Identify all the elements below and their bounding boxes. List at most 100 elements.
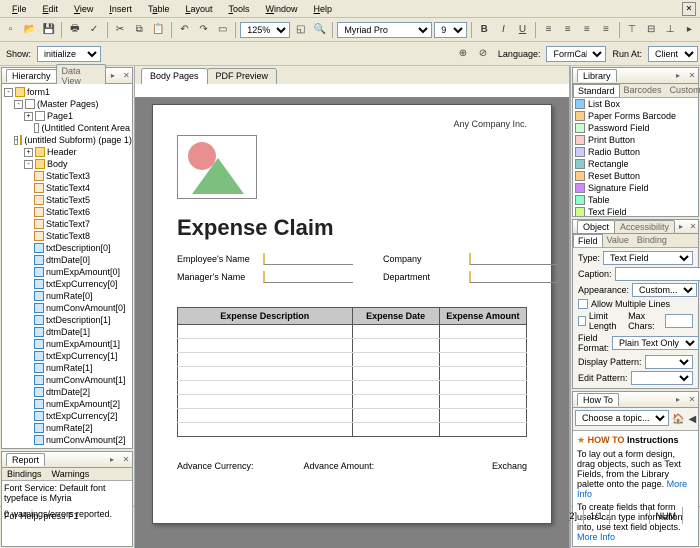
tab-pdfpreview[interactable]: PDF Preview — [207, 68, 278, 84]
script-add-icon[interactable]: ⊕ — [454, 45, 472, 63]
tree-node[interactable]: numRate[0] — [4, 290, 130, 302]
table-row[interactable] — [178, 395, 527, 409]
tree-node[interactable]: txtExpCurrency[1] — [4, 350, 130, 362]
undo-icon[interactable]: ↶ — [176, 21, 193, 39]
dept-field[interactable] — [469, 271, 559, 283]
table-row[interactable] — [178, 367, 527, 381]
fieldfmt-combo[interactable]: Plain Text Only — [612, 336, 699, 350]
bold-icon[interactable]: B — [476, 21, 493, 39]
limitlen-checkbox[interactable] — [578, 316, 586, 326]
panel-menu-icon[interactable]: ▸ — [676, 221, 686, 233]
tree-node[interactable]: numRate[1] — [4, 362, 130, 374]
panel-menu-icon[interactable]: ▸ — [106, 454, 118, 466]
tree-node[interactable]: StaticText7 — [4, 218, 130, 230]
italic-icon[interactable]: I — [495, 21, 512, 39]
valign-bot-icon[interactable]: ⊥ — [662, 21, 679, 39]
tree-node[interactable]: dtmDate[0] — [4, 254, 130, 266]
tree-node[interactable]: txtExpCurrency[0] — [4, 278, 130, 290]
tree-node[interactable]: -(untitled Subform) (page 1) — [4, 134, 130, 146]
paste-icon[interactable]: 📋 — [150, 21, 167, 39]
language-combo[interactable]: FormCalc — [546, 46, 606, 62]
tree-node[interactable]: StaticText8 — [4, 230, 130, 242]
form-page[interactable]: Any Company Inc. Expense Claim Employee'… — [152, 104, 552, 524]
zoomin-icon[interactable]: 🔍 — [311, 21, 328, 39]
tab-howto[interactable]: How To — [577, 393, 619, 406]
library-item[interactable]: Print Button — [573, 134, 698, 146]
runat-combo[interactable]: Client — [648, 46, 698, 62]
tree-node[interactable]: numConvAmount[0] — [4, 302, 130, 314]
caption-input[interactable] — [615, 267, 700, 281]
menu-help[interactable]: Help — [306, 2, 341, 16]
menu-table[interactable]: Table — [140, 2, 178, 16]
table-row[interactable] — [178, 381, 527, 395]
table-row[interactable] — [178, 353, 527, 367]
library-item[interactable]: Paper Forms Barcode — [573, 110, 698, 122]
menu-layout[interactable]: Layout — [177, 2, 220, 16]
table-row[interactable] — [178, 339, 527, 353]
panel-close-icon[interactable]: ✕ — [121, 70, 132, 82]
zoom-combo[interactable]: 125% — [240, 22, 290, 38]
tab-binding[interactable]: Binding — [633, 234, 671, 247]
panel-close-icon[interactable]: ✕ — [688, 221, 698, 233]
tree-node[interactable]: -form1 — [4, 86, 130, 98]
cut-icon[interactable]: ✂ — [112, 21, 129, 39]
panel-close-icon[interactable]: ✕ — [686, 70, 698, 82]
menu-tools[interactable]: Tools — [221, 2, 258, 16]
hierarchy-tree[interactable]: -form1-(Master Pages)+Page1(Untitled Con… — [2, 84, 132, 448]
panel-close-icon[interactable]: ✕ — [686, 394, 698, 406]
company-field[interactable] — [469, 253, 559, 265]
table-row[interactable] — [178, 423, 527, 437]
valign-mid-icon[interactable]: ⊟ — [643, 21, 660, 39]
tab-bindings[interactable]: Bindings — [2, 468, 47, 480]
menu-window[interactable]: Window — [258, 2, 306, 16]
redo-icon[interactable]: ↷ — [195, 21, 212, 39]
library-item[interactable]: Password Field — [573, 122, 698, 134]
panel-menu-icon[interactable]: ▸ — [107, 70, 118, 82]
save-icon[interactable]: 💾 — [40, 21, 57, 39]
more-link[interactable]: More Info — [577, 532, 615, 542]
library-item[interactable]: List Box — [573, 98, 698, 110]
align-center-icon[interactable]: ≡ — [559, 21, 576, 39]
tree-node[interactable]: -Body — [4, 158, 130, 170]
menu-edit[interactable]: Edit — [35, 2, 67, 16]
tree-node[interactable]: dtmDate[1] — [4, 326, 130, 338]
tree-node[interactable]: txtDescription[1] — [4, 314, 130, 326]
panel-menu-icon[interactable]: ▸ — [672, 70, 684, 82]
tree-node[interactable]: numConvAmount[2] — [4, 434, 130, 446]
close-icon[interactable]: ✕ — [682, 2, 696, 16]
table-row[interactable] — [178, 325, 527, 339]
font-combo[interactable]: Myriad Pro — [337, 22, 432, 38]
tab-object[interactable]: Object — [577, 220, 615, 233]
maxchars-input[interactable] — [665, 314, 693, 328]
appearance-combo[interactable]: Custom... — [632, 283, 697, 297]
tree-node[interactable]: numExpAmount[1] — [4, 338, 130, 350]
align-left-icon[interactable]: ≡ — [540, 21, 557, 39]
mgr-name-field[interactable] — [263, 271, 353, 283]
tab-custom[interactable]: Custom — [666, 84, 700, 97]
tab-library[interactable]: Library — [577, 69, 617, 82]
library-item[interactable]: Radio Button — [573, 146, 698, 158]
multiline-checkbox[interactable] — [578, 299, 588, 309]
canvas[interactable]: Any Company Inc. Expense Claim Employee'… — [135, 98, 569, 548]
menu-view[interactable]: View — [66, 2, 101, 16]
tree-node[interactable]: txtExpCurrency[2] — [4, 410, 130, 422]
tab-accessibility[interactable]: Accessibility — [614, 220, 675, 233]
page-icon[interactable]: ▭ — [214, 21, 231, 39]
menu-insert[interactable]: Insert — [101, 2, 140, 16]
tab-warnings[interactable]: Warnings — [47, 468, 95, 480]
tab-report[interactable]: Report — [6, 453, 45, 466]
tree-node[interactable]: numConvAmount[1] — [4, 374, 130, 386]
tree-node[interactable]: -(Master Pages) — [4, 98, 130, 110]
tree-node[interactable]: +Page1 — [4, 110, 130, 122]
spell-icon[interactable]: ✓ — [85, 21, 102, 39]
library-item[interactable]: Rectangle — [573, 158, 698, 170]
fontsize-combo[interactable]: 9 — [434, 22, 466, 38]
tree-node[interactable]: StaticText3 — [4, 170, 130, 182]
tree-node[interactable]: numRate[2] — [4, 422, 130, 434]
tree-node[interactable]: StaticText5 — [4, 194, 130, 206]
open-icon[interactable]: 📂 — [21, 21, 38, 39]
zoomfit-icon[interactable]: ◱ — [292, 21, 309, 39]
copy-icon[interactable]: ⧉ — [131, 21, 148, 39]
table-row[interactable] — [178, 409, 527, 423]
library-item[interactable]: Reset Button — [573, 170, 698, 182]
